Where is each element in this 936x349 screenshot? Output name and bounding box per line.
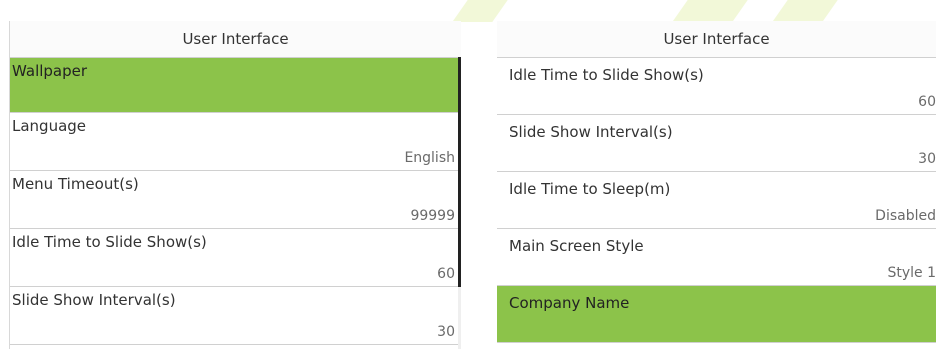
menu-item-value: 30	[918, 151, 936, 167]
menu-item-value: 60	[437, 266, 455, 282]
screen-title: User Interface	[10, 21, 461, 58]
menu-item-slide-show-interval[interactable]: Slide Show Interval(s) 30	[10, 287, 461, 345]
watermark-shape	[452, 0, 508, 22]
menu-item-label: Menu Timeout(s)	[12, 175, 139, 193]
menu-item-company-name[interactable]: Company Name	[497, 286, 936, 343]
menu-item-value: 60	[918, 94, 936, 110]
menu-item-value: Disabled	[875, 208, 936, 224]
menu-item-label: Slide Show Interval(s)	[12, 291, 176, 309]
menu-item-slide-show-interval[interactable]: Slide Show Interval(s) 30	[497, 115, 936, 172]
menu-item-idle-time-sleep[interactable]: Idle Time to Sleep(m) Disabled	[497, 172, 936, 229]
left-settings-screen: User Interface Wallpaper Language Englis…	[9, 21, 461, 349]
screen-title: User Interface	[497, 21, 936, 58]
menu-item-language[interactable]: Language English	[10, 113, 461, 171]
menu-item-label: Idle Time to Slide Show(s)	[12, 233, 207, 251]
menu-item-value: 99999	[410, 208, 455, 224]
menu-item-menu-timeout[interactable]: Menu Timeout(s) 99999	[10, 171, 461, 229]
menu-item-label: Wallpaper	[12, 62, 88, 80]
menu-item-main-screen-style[interactable]: Main Screen Style Style 1	[497, 229, 936, 286]
menu-item-label: Idle Time to Slide Show(s)	[509, 66, 704, 84]
settings-list: Idle Time to Slide Show(s) 60 Slide Show…	[497, 58, 936, 343]
watermark-shape	[772, 0, 838, 22]
scrollbar-thumb[interactable]	[458, 57, 461, 287]
settings-list: Wallpaper Language English Menu Timeout(…	[10, 58, 461, 345]
right-settings-screen: User Interface Idle Time to Slide Show(s…	[497, 21, 936, 349]
menu-item-idle-time-slide-show[interactable]: Idle Time to Slide Show(s) 60	[10, 229, 461, 287]
menu-item-value: 30	[437, 324, 455, 340]
menu-item-value: English	[404, 150, 455, 166]
menu-item-wallpaper[interactable]: Wallpaper	[10, 58, 461, 113]
menu-item-label: Slide Show Interval(s)	[509, 123, 673, 141]
watermark-shape	[672, 0, 748, 22]
menu-item-label: Company Name	[509, 294, 630, 312]
menu-item-value: Style 1	[887, 265, 936, 281]
menu-item-label: Language	[12, 117, 87, 135]
menu-item-label: Idle Time to Sleep(m)	[509, 180, 671, 198]
menu-item-label: Main Screen Style	[509, 237, 644, 255]
menu-item-idle-time-slide-show[interactable]: Idle Time to Slide Show(s) 60	[497, 58, 936, 115]
